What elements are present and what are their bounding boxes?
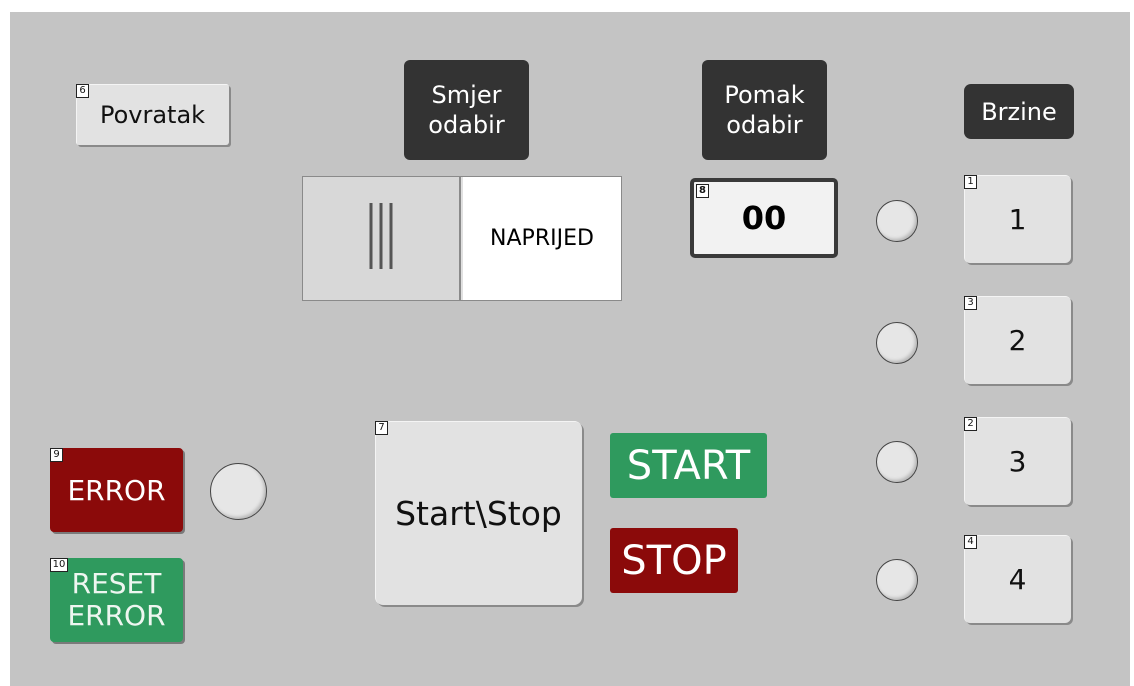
reset-error-button[interactable]: 10 RESET ERROR (50, 558, 183, 642)
smjer-label-line1: Smjer (431, 81, 502, 109)
brzine-label: Brzine (964, 84, 1074, 139)
speed-3-indicator (876, 441, 918, 483)
start-stop-label: Start\Stop (395, 493, 562, 533)
speed-3-button[interactable]: 2 3 (964, 417, 1071, 505)
start-status-text: START (626, 442, 751, 489)
pomak-odabir-label: Pomak odabir (702, 60, 827, 160)
reset-error-label-line2: ERROR (67, 599, 166, 632)
key-badge: 2 (964, 417, 977, 431)
direction-value: NAPRIJED (490, 226, 594, 251)
pomak-label-line1: Pomak (724, 81, 805, 109)
stop-status-indicator: STOP (610, 528, 738, 593)
povratak-button[interactable]: 6 Povratak (76, 84, 229, 145)
speed-4-label: 4 (1008, 562, 1027, 596)
key-badge: 1 (964, 175, 977, 189)
offset-value: 00 (741, 199, 787, 237)
key-badge: 4 (964, 535, 977, 549)
key-badge: 6 (76, 84, 89, 98)
speed-2-indicator (876, 322, 918, 364)
key-badge: 3 (964, 296, 977, 310)
speed-1-indicator (876, 200, 918, 242)
brzine-label-text: Brzine (981, 97, 1057, 126)
smjer-label-line2: odabir (428, 111, 505, 139)
speed-3-label: 3 (1008, 444, 1027, 478)
key-badge: 8 (696, 184, 709, 198)
speed-4-button[interactable]: 4 4 (964, 535, 1071, 623)
key-badge: 10 (50, 558, 68, 572)
reset-error-label-line1: RESET (71, 567, 162, 600)
grip-icon (369, 203, 393, 269)
speed-4-indicator (876, 559, 918, 601)
toggle-handle[interactable] (303, 177, 461, 300)
povratak-label: Povratak (99, 100, 206, 129)
stop-status-text: STOP (621, 537, 727, 584)
speed-1-button[interactable]: 1 1 (964, 175, 1071, 263)
pomak-label-line2: odabir (726, 111, 803, 139)
error-indicator (210, 463, 267, 520)
speed-2-label: 2 (1008, 323, 1027, 357)
direction-value-area: NAPRIJED (463, 177, 621, 300)
start-stop-button[interactable]: 7 Start\Stop (375, 421, 582, 605)
smjer-odabir-label: Smjer odabir (404, 60, 529, 160)
offset-input[interactable]: 8 00 (690, 178, 838, 258)
key-badge: 7 (375, 421, 388, 435)
key-badge: 9 (50, 448, 63, 462)
start-status-indicator: START (610, 433, 767, 498)
error-button[interactable]: 9 ERROR (50, 448, 183, 532)
error-label: ERROR (67, 473, 166, 507)
speed-1-label: 1 (1008, 202, 1027, 236)
direction-toggle[interactable]: 5 NAPRIJED (302, 176, 622, 301)
speed-2-button[interactable]: 3 2 (964, 296, 1071, 384)
